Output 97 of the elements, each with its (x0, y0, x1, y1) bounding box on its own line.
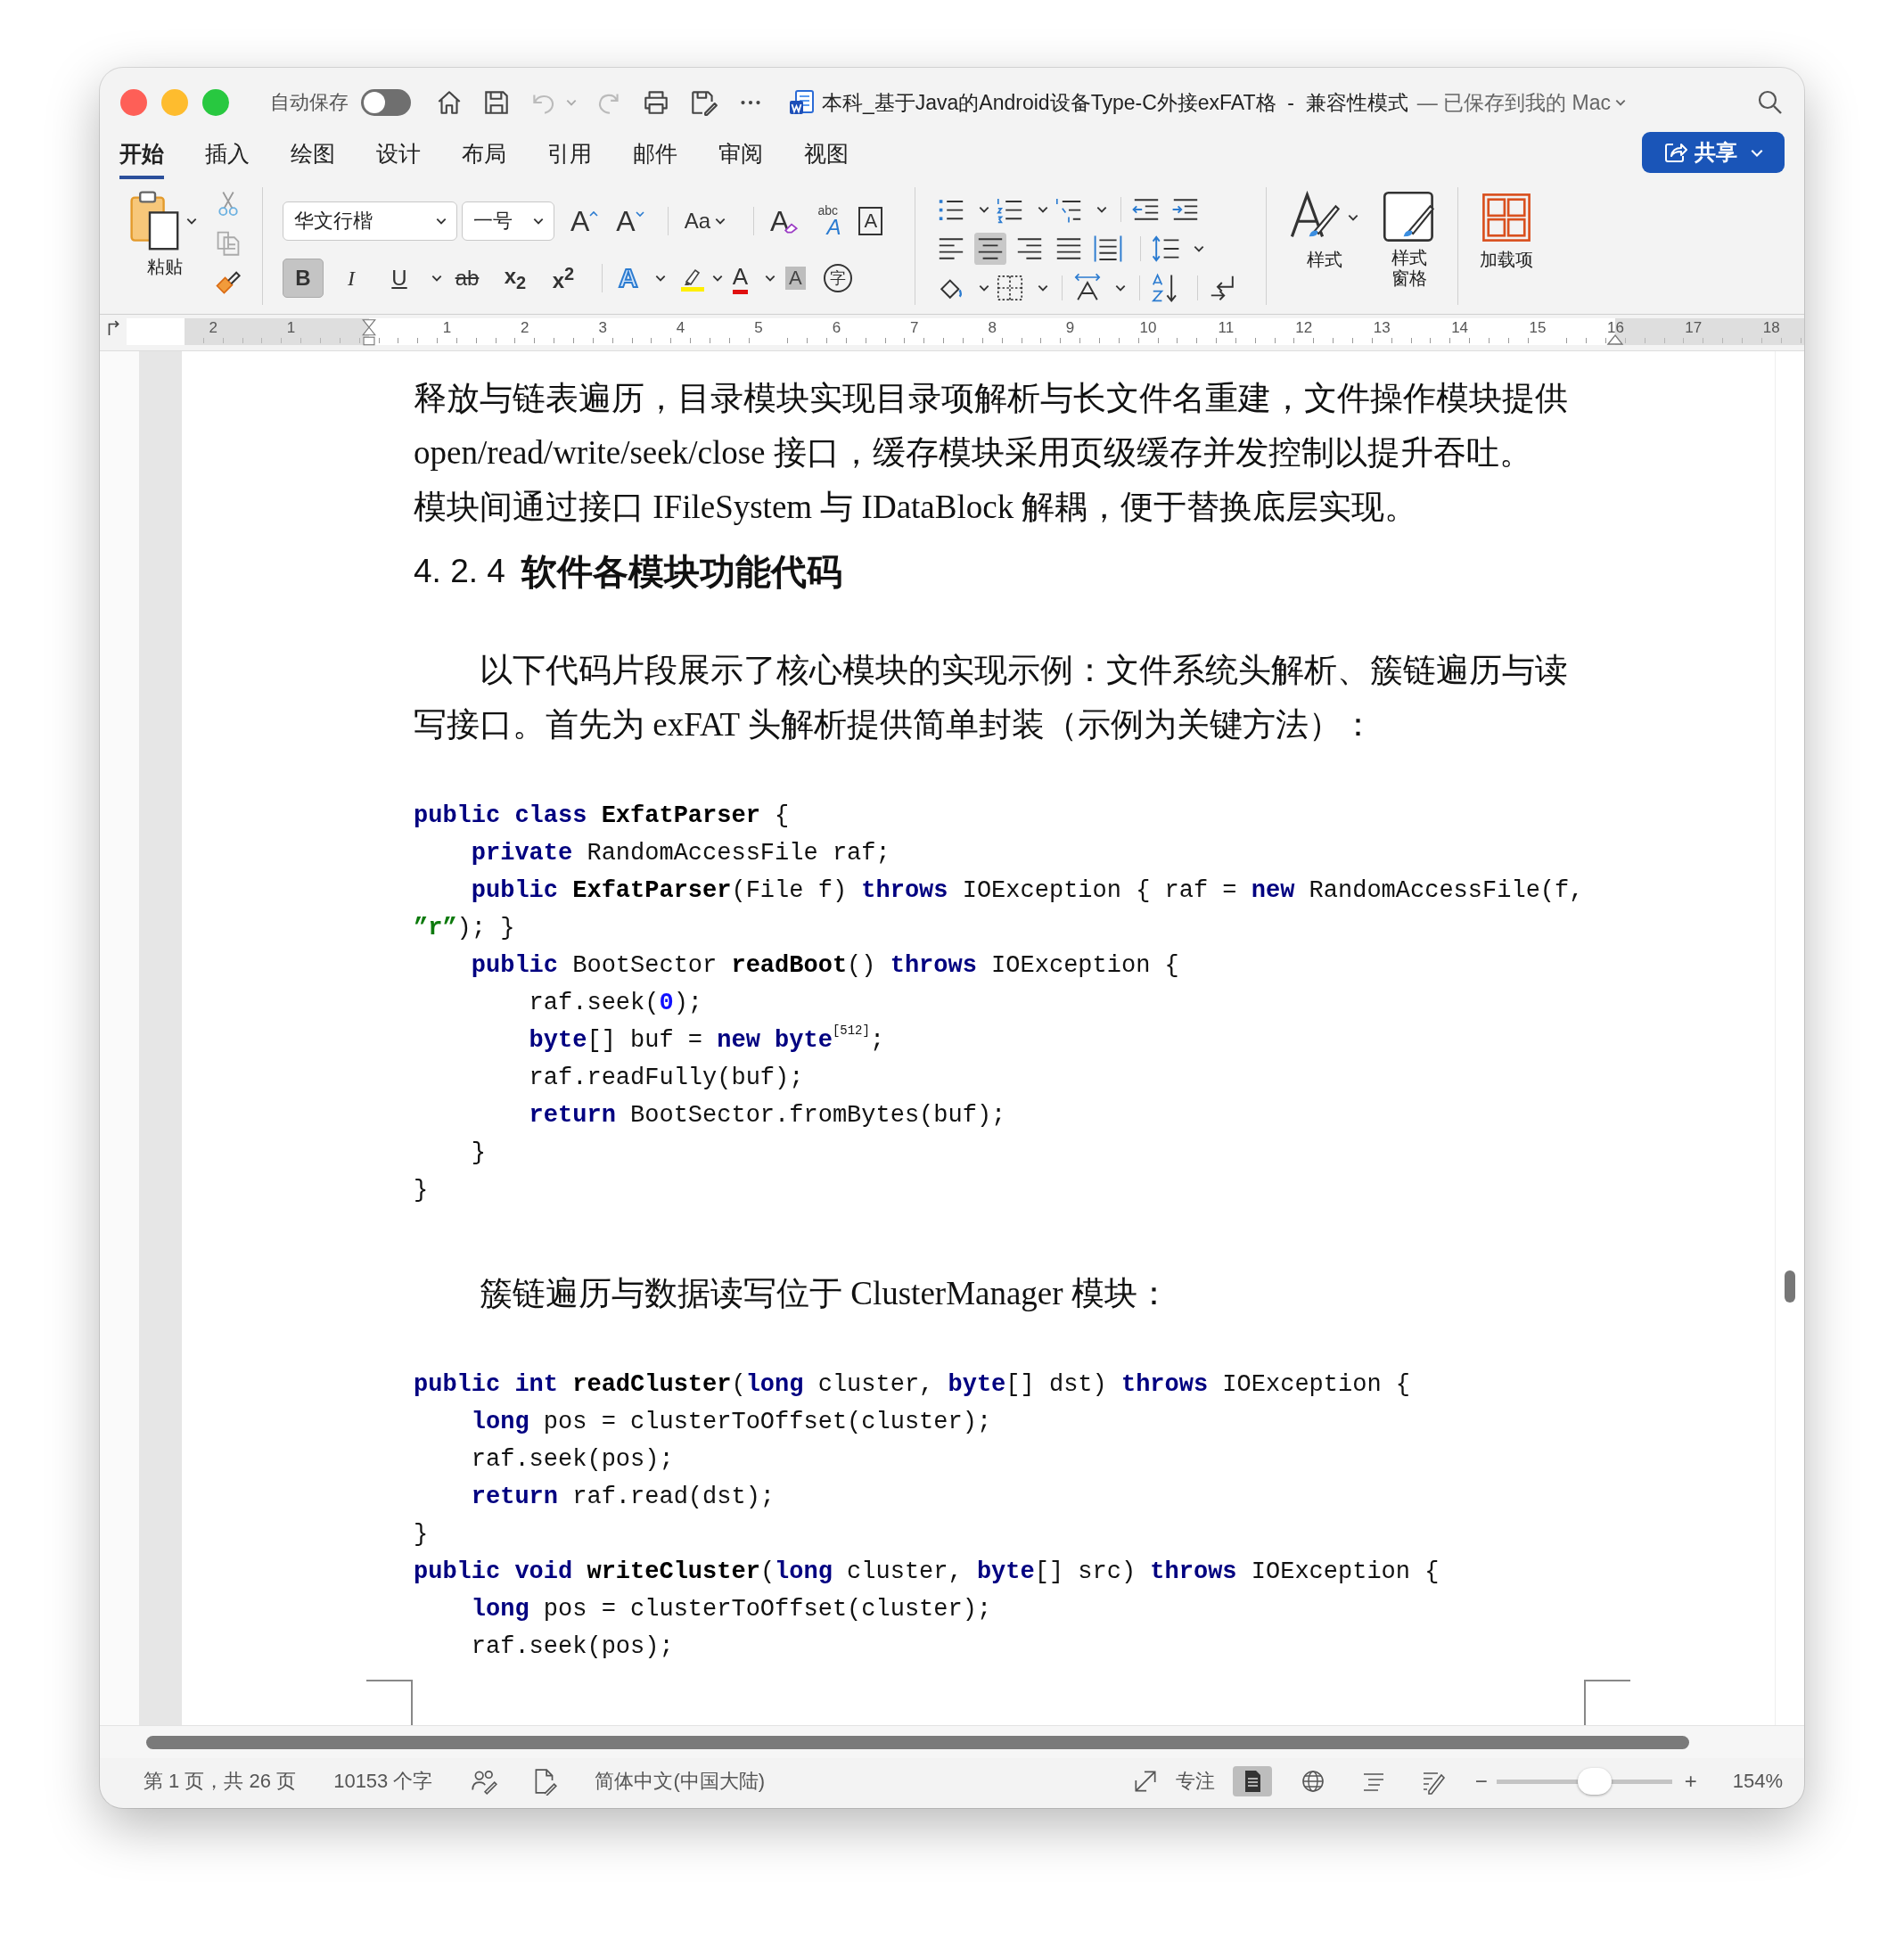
heading: 软件各模块功能代码 (521, 550, 842, 593)
ruler-number: 10 (1139, 319, 1157, 337)
document-icon (788, 88, 817, 117)
character-shading-button[interactable]: A (780, 259, 811, 298)
code-line: } (470, 1139, 486, 1168)
code-line: return BootSector.fromBytes(buf); (528, 1101, 1006, 1130)
ruler-number: 5 (754, 319, 763, 337)
ruler-number: 15 (1529, 319, 1547, 337)
ruler[interactable]: 2 1 1 2 3 4 5 6 7 8 9 10 11 12 13 14 15 16 17 18 (185, 318, 1804, 345)
code-line: public ExfatParser(File f) throws IOException { raf = new RandomAccessFile(f, (470, 876, 1584, 906)
code-line: raf.readFully(buf); (528, 1064, 804, 1093)
ribbon-tab[interactable]: 布局 (462, 131, 506, 179)
ruler-number: 7 (910, 319, 919, 337)
code-line: long pos = clusterToOffset(cluster); (470, 1408, 992, 1437)
language-label[interactable]: 简体中文(中国大陆) (595, 1768, 766, 1795)
ribbon-tab[interactable]: 开始 (119, 131, 164, 179)
bold-button[interactable]: B (283, 259, 324, 298)
ruler-number: 13 (1373, 319, 1391, 337)
paragraph: 以下代码片段展示了核心模块的实现示例：文件系统头解析、簇链遍历与读 写接口。首先为 exFAT 头解析提供简单封装（示例为关键方法）： (414, 651, 1569, 744)
ruler-number: 9 (1065, 319, 1075, 337)
change-case-button[interactable]: Aa (678, 201, 736, 241)
ribbon-tab[interactable]: 插入 (205, 131, 250, 179)
paragraph: 释放与链表遍历，目录模块实现目录项解析与长文件名重建，文件操作模块提供 open/read/write/seek/close 接口，缓存模块采用页级缓存并发控制以提升吞吐。 模块间通过接口 IFileSystem 与 IDataBlock 解耦，便于替换底层实现。 (414, 379, 1569, 527)
code-line: return raf.read(dst); (470, 1483, 776, 1512)
autosave-label: 自动保存 (270, 90, 349, 115)
ruler-number: 16 (1606, 319, 1624, 337)
ruler-number: 11 (1218, 319, 1235, 337)
underline-button[interactable]: U (379, 259, 420, 298)
ruler-number: 14 (1451, 319, 1469, 337)
font-name-select[interactable]: 华文行楷 (283, 201, 457, 241)
code-line: public int readCluster(long cluster, byte[] dst) throws IOException { (414, 1370, 1410, 1400)
code-line: byte[] buf = new byte$^{[512]}$; (528, 1023, 885, 1056)
code-line: private RandomAccessFile raf; (470, 839, 890, 868)
ruler-number: 8 (988, 319, 997, 337)
focus-button[interactable]: 专注 (1175, 1768, 1215, 1795)
code-line: } (414, 1520, 429, 1550)
italic-button[interactable]: I (331, 259, 372, 298)
ruler-number: 17 (1685, 319, 1703, 337)
code-line: long pos = clusterToOffset(cluster); (470, 1595, 992, 1624)
scrollbar-thumb[interactable] (146, 1736, 1689, 1749)
crop-mark (1584, 1680, 1630, 1725)
up-caret-icon (589, 210, 599, 218)
code-line: raf.seek(pos); (470, 1632, 674, 1662)
align-center-icon[interactable] (974, 233, 1007, 265)
ruler-corner (127, 318, 185, 345)
code-line: raf.seek(0); (528, 989, 703, 1018)
styles-pane-button[interactable]: 样式窗格 (1381, 177, 1439, 314)
word-count[interactable]: 10153 个字 (333, 1768, 433, 1795)
ruler-number: 2 (521, 319, 529, 337)
ruler-number: 6 (832, 319, 841, 337)
ribbon-tab[interactable]: 视图 (804, 131, 849, 179)
print-view-icon[interactable] (1232, 1766, 1272, 1796)
caret-icon (635, 210, 644, 218)
code-line: public class ExfatParser { (414, 801, 790, 831)
font-color-button[interactable]: A (726, 259, 753, 298)
ribbon-tab[interactable]: 邮件 (633, 131, 677, 179)
page-count[interactable]: 第 1 页，共 26 页 (144, 1768, 297, 1795)
indent-marker-icon[interactable] (1606, 333, 1625, 345)
code-line: public BootSector readBoot() throws IOException { (470, 951, 1179, 981)
save-status[interactable]: — 已保存到我的 Mac (1416, 88, 1611, 117)
shrink-font-button[interactable]: A (611, 201, 650, 241)
ribbon-tab[interactable]: 引用 (547, 131, 592, 179)
strike-button[interactable]: ab (447, 259, 488, 298)
ruler-number: 1 (286, 319, 296, 337)
zoom-out-button[interactable]: − (1474, 1769, 1488, 1794)
heading-number: 4. 2. 4 (414, 553, 505, 590)
code-line: public void writeCluster(long cluster, byte[] src) throws IOException { (414, 1558, 1440, 1587)
ruler-number: 4 (676, 319, 685, 337)
code-line: } (414, 1176, 429, 1205)
ribbon-tab[interactable]: 审阅 (718, 131, 763, 179)
code-line: raf.seek(pos); (470, 1445, 674, 1475)
code-line: ”r”); } (414, 914, 515, 943)
ribbon-tab[interactable]: 绘图 (291, 131, 335, 179)
styles-button[interactable]: 样式 (1286, 177, 1364, 314)
ruler-number: 18 (1762, 319, 1780, 337)
font-size-select[interactable]: 一号 (462, 201, 554, 241)
grow-font-button[interactable]: A (565, 201, 604, 241)
add-ins-button[interactable]: 加载项 (1478, 177, 1536, 314)
text-effects-button[interactable]: abc A (812, 201, 847, 241)
crop-mark (366, 1680, 413, 1725)
autosave-toggle[interactable] (361, 89, 411, 116)
window-title: 本科_基于Java的Android设备Type-C外接exFAT格 - 兼容性模式 (822, 89, 1408, 116)
paragraph: 簇链遍历与数据读写位于 ClusterManager 模块： (479, 1274, 1171, 1313)
ruler-number: 3 (598, 319, 607, 337)
sup-button[interactable]: x$^{2}$ (543, 259, 584, 298)
zoom-level[interactable]: 154% (1732, 1770, 1783, 1793)
zoom-slider-thumb[interactable] (1578, 1768, 1612, 1795)
ribbon-tab[interactable]: 设计 (376, 131, 421, 179)
ruler-number: 2 (209, 319, 217, 337)
share-button[interactable]: 共享 (1642, 132, 1785, 173)
close-button[interactable] (120, 89, 147, 116)
ruler-number: 12 (1295, 319, 1313, 337)
zoom-in-button[interactable]: + (1684, 1769, 1697, 1794)
paste-button[interactable]: 粘贴 (128, 189, 201, 314)
scrollbar-thumb[interactable] (1785, 1270, 1795, 1303)
sub-button[interactable]: x$_{2}$ (495, 259, 536, 298)
ruler-number: 1 (442, 319, 452, 337)
